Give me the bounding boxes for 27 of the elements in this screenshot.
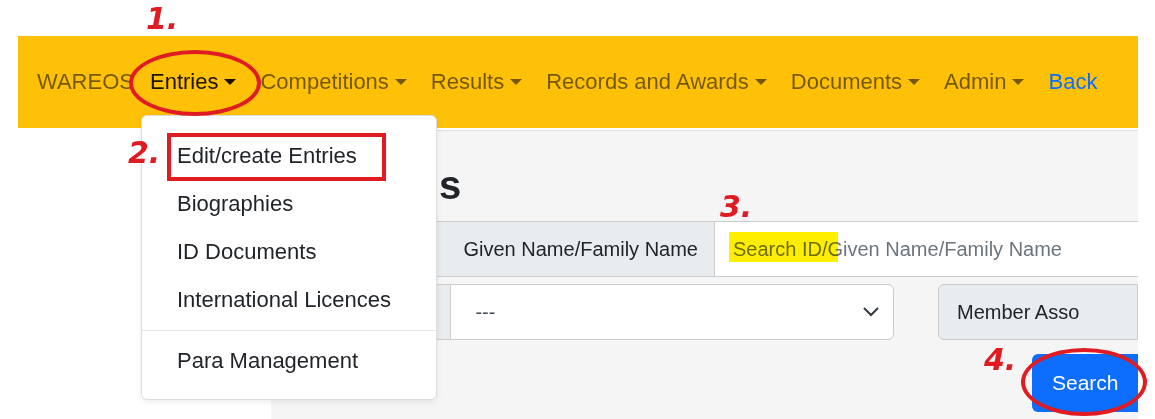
nav-menu[interactable]: Competitions: [260, 69, 407, 95]
annotation-number: 2.: [128, 136, 161, 170]
caret-icon: [224, 79, 237, 85]
select-field[interactable]: ---: [450, 284, 894, 340]
nav-menu[interactable]: Entries: [150, 69, 237, 95]
nav-menu[interactable]: Results: [430, 69, 523, 95]
member-association-label: Member Asso: [938, 284, 1138, 340]
dropdown-item[interactable]: International Licences: [177, 282, 392, 330]
caret-icon: [908, 79, 921, 85]
caret-icon: [754, 79, 767, 85]
caret-icon: [510, 79, 523, 85]
dropdown-item[interactable]: ID Documents: [177, 234, 317, 282]
search-button[interactable]: Search: [1032, 354, 1138, 412]
page-heading: s: [439, 163, 462, 207]
chevron-down-icon: [863, 307, 879, 317]
caret-icon: [1012, 79, 1025, 85]
dropdown-item[interactable]: Para Management: [177, 343, 358, 391]
nav-menu[interactable]: Admin: [944, 69, 1025, 95]
dropdown-item[interactable]: Biographies: [177, 186, 294, 234]
annotation-number: 3.: [720, 190, 753, 224]
nav-menu[interactable]: Records and Awards: [546, 69, 767, 95]
annotation-number: 4.: [984, 343, 1017, 377]
dropdown-item[interactable]: Edit/create Entries: [177, 138, 357, 186]
annotation-number: 1.: [146, 2, 179, 36]
nav-menu[interactable]: Documents: [790, 69, 921, 95]
back-link[interactable]: Back: [1048, 69, 1098, 95]
caret-icon: [394, 79, 407, 85]
